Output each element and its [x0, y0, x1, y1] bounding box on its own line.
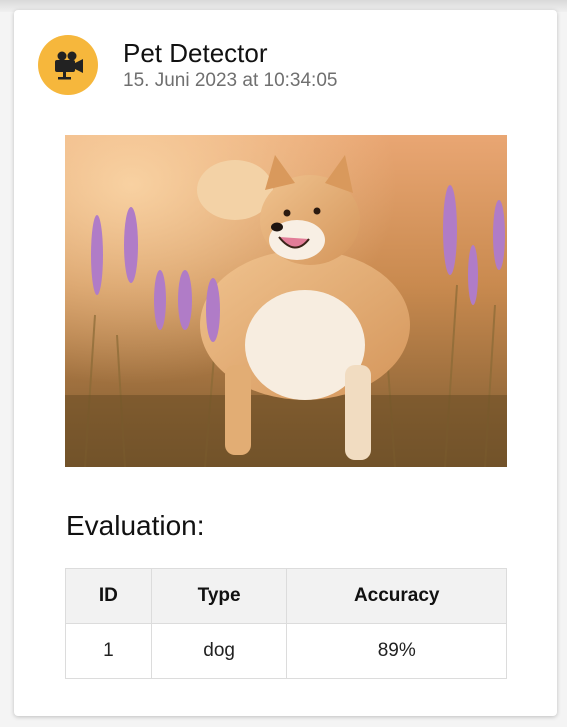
detected-photo	[65, 135, 507, 467]
card-timestamp: 15. Juni 2023 at 10:34:05	[123, 70, 338, 91]
cell-id: 1	[65, 623, 152, 679]
card-header: Pet Detector 15. Juni 2023 at 10:34:05	[38, 34, 337, 96]
avatar	[38, 35, 98, 95]
card-title: Pet Detector	[123, 38, 268, 68]
table-row: 1 dog 89%	[65, 623, 507, 679]
video-camera-icon	[55, 51, 83, 80]
header-text: Pet Detector 15. Juni 2023 at 10:34:05	[123, 38, 337, 92]
evaluation-table: ID Type Accuracy 1 dog 89%	[65, 568, 507, 679]
cell-type: dog	[150, 623, 288, 679]
table-header-row: ID Type Accuracy	[65, 568, 507, 624]
detection-card: Pet Detector 15. Juni 2023 at 10:34:05 E…	[14, 10, 557, 716]
dog-photo-image	[65, 135, 507, 467]
column-header-type: Type	[150, 568, 288, 624]
column-header-accuracy: Accuracy	[286, 568, 507, 624]
column-header-id: ID	[65, 568, 152, 624]
cell-accuracy: 89%	[286, 623, 507, 679]
evaluation-heading: Evaluation:	[66, 510, 205, 541]
